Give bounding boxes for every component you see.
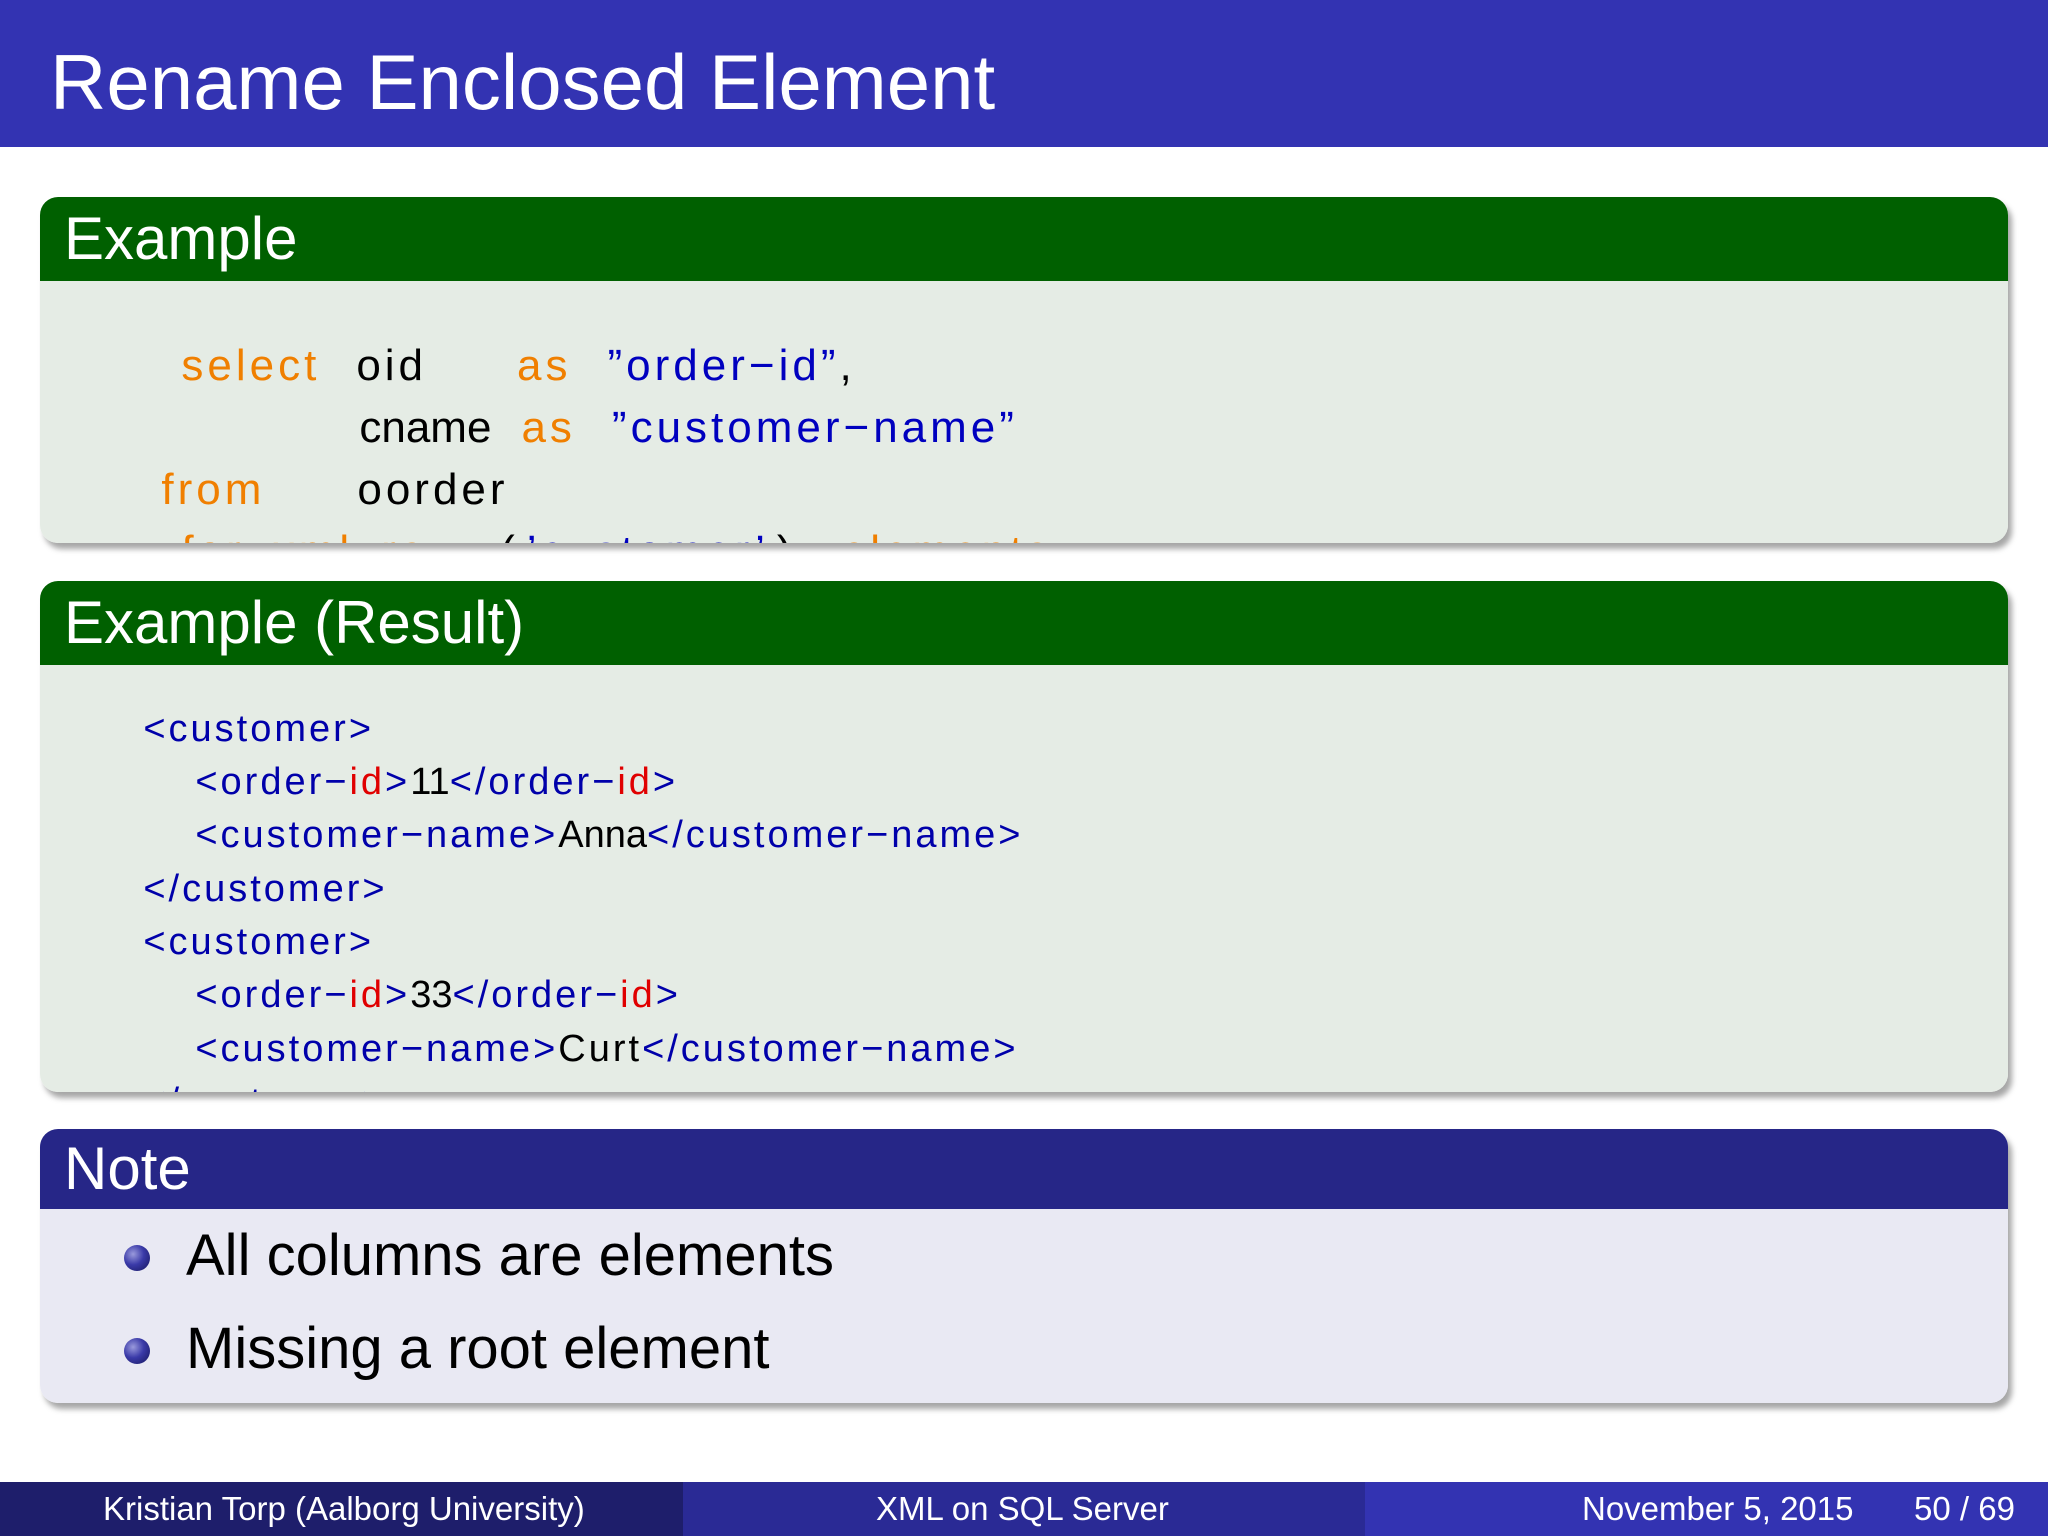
xml-value: Anna (558, 814, 648, 856)
xml-value: Curt (558, 1028, 643, 1070)
note-item-text: Missing a root element (186, 1316, 770, 1381)
code-line-4: for xml raw ( ’customer’), elements (84, 477, 1052, 543)
slide-header: Rename Enclosed Element (0, 0, 2048, 147)
code-keyword: elements (842, 527, 1053, 543)
note-block: Note All columns are elements Missing a … (40, 1129, 2008, 1403)
note-body: All columns are elements Missing a root … (40, 1209, 2008, 1403)
footer-author: Kristian Torp (Aalborg University) (103, 1490, 585, 1527)
footer-title-section: XML on SQL Server (683, 1482, 1365, 1536)
example-code: select oid as ”order−id”, cname as ”customer−… (40, 281, 2008, 543)
note-item-text: All columns are elements (186, 1223, 834, 1288)
slide-title: Rename Enclosed Element (50, 38, 996, 126)
code-keyword: as (521, 403, 576, 452)
footer-date-section: November 5, 2015 50 / 69 (1365, 1482, 2048, 1536)
result-code: <customer> <order−id>11</order−id> <cust… (40, 665, 2008, 1092)
code-punct: ( (500, 527, 519, 543)
code-string: ’customer’ (527, 527, 769, 543)
code-string: ”customer−name” (611, 403, 1018, 452)
code-punct: ), (777, 527, 812, 543)
footer-talk-title: XML on SQL Server (876, 1490, 1169, 1527)
example-title: Example (40, 197, 2008, 287)
footer-author-section: Kristian Torp (Aalborg University) (0, 1482, 683, 1536)
xml-tag: </customer−name> (642, 1028, 1019, 1070)
xml-tag: </customer> (143, 1081, 387, 1092)
code-keyword: xml (273, 527, 353, 543)
result-title: Example (Result) (40, 581, 2008, 671)
note-title: Note (40, 1129, 2008, 1215)
footer-page-number: 50 / 69 (1914, 1490, 2015, 1527)
footer-date: November 5, 2015 (1582, 1490, 1854, 1527)
slide-footer: Kristian Torp (Aalborg University) XML o… (0, 1482, 2048, 1536)
code-keyword: raw (381, 527, 464, 543)
example-block: Example select oid as ”order−id”, cname as ”c… (40, 197, 2008, 543)
bullet-icon (124, 1245, 150, 1271)
bullet-icon (124, 1338, 150, 1364)
result-block: Example (Result) <customer> <order−id>11… (40, 581, 2008, 1092)
result-line-8: </customer> (62, 1038, 388, 1092)
xml-tag: </customer−name> (647, 814, 1024, 856)
code-keyword: for (181, 527, 244, 543)
